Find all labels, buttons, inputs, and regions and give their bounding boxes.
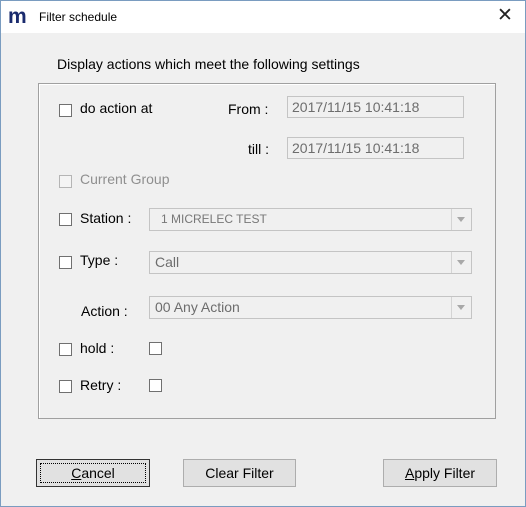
apply-filter-label: pply Filter [414, 465, 476, 481]
till-label: till : [248, 141, 269, 157]
window-title: Filter schedule [39, 10, 118, 24]
type-checkbox[interactable] [59, 256, 72, 269]
title-bar[interactable]: m Filter schedule ✕ [1, 1, 525, 33]
do-action-checkbox[interactable] [59, 104, 72, 117]
action-label: Action : [81, 303, 128, 319]
hold-label: hold : [80, 340, 115, 356]
station-checkbox[interactable] [59, 213, 72, 226]
till-datetime-field[interactable]: 2017/11/15 10:41:18 [287, 137, 464, 159]
hold-value-checkbox[interactable] [149, 342, 162, 355]
station-value: 1 MICRELEC TEST [161, 212, 267, 226]
close-icon: ✕ [497, 5, 513, 26]
filter-settings-group: do action at From : 2017/11/15 10:41:18 … [38, 83, 496, 419]
retry-value-checkbox[interactable] [149, 379, 162, 392]
cancel-accelerator: C [71, 465, 82, 481]
chevron-down-icon[interactable] [451, 252, 471, 273]
current-group-checkbox[interactable] [59, 175, 72, 188]
action-dropdown[interactable]: 00 Any Action [149, 296, 472, 319]
from-label: From : [228, 101, 269, 117]
dialog-body: Display actions which meet the following… [1, 33, 525, 506]
station-dropdown[interactable]: 1 MICRELEC TEST [149, 208, 472, 231]
type-value: Call [155, 254, 180, 270]
chevron-down-icon[interactable] [451, 209, 471, 230]
apply-filter-button[interactable]: Apply Filter [383, 459, 497, 487]
type-dropdown[interactable]: Call [149, 251, 472, 274]
clear-filter-label: Clear Filter [205, 465, 274, 481]
filter-schedule-dialog: m Filter schedule ✕ Display actions whic… [0, 0, 526, 507]
retry-label: Retry : [80, 377, 122, 393]
current-group-label: Current Group [80, 171, 170, 187]
chevron-down-icon[interactable] [451, 297, 471, 318]
clear-filter-button[interactable]: Clear Filter [183, 459, 296, 487]
apply-accelerator: A [404, 465, 415, 481]
hold-checkbox[interactable] [59, 343, 72, 356]
type-label: Type : [80, 252, 119, 268]
close-button[interactable]: ✕ [487, 1, 523, 33]
action-value: 00 Any Action [155, 299, 240, 315]
do-action-label: do action at [80, 100, 153, 116]
app-logo-icon: m [8, 5, 27, 28]
cancel-button[interactable]: Cancel [36, 459, 150, 487]
instructions-heading: Display actions which meet the following… [57, 56, 360, 72]
from-datetime-field[interactable]: 2017/11/15 10:41:18 [287, 96, 464, 118]
station-label: Station : [80, 210, 132, 226]
retry-checkbox[interactable] [59, 380, 72, 393]
cancel-button-label: ancel [81, 465, 115, 481]
